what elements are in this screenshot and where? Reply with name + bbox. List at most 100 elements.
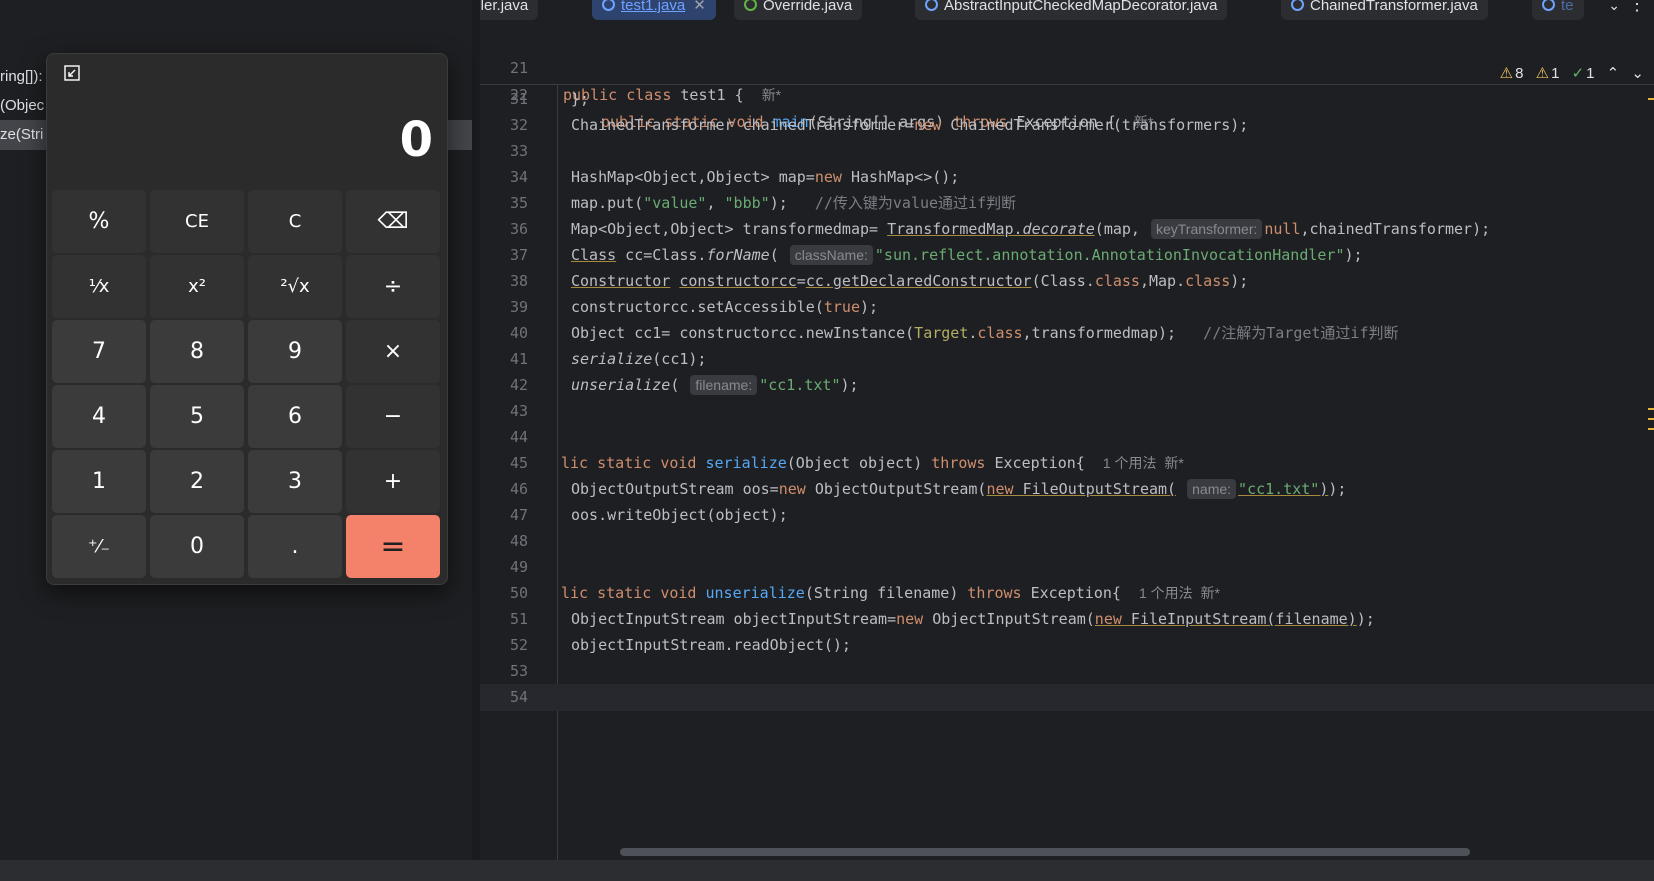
- code-line[interactable]: 51 ObjectInputStream objectInputStream=ne…: [480, 606, 1654, 633]
- code-line[interactable]: 34 HashMap<Object,Object> map=new HashMap…: [480, 164, 1654, 191]
- line-number: 39: [509, 298, 528, 316]
- chevron-down-icon[interactable]: ⌄: [1608, 0, 1620, 14]
- code-text: Object cc1= constructorcc.newInstance(Ta…: [571, 324, 1399, 342]
- percent-button[interactable]: %: [52, 190, 146, 253]
- code-line[interactable]: 38 Constructor constructorcc=cc.getDeclar…: [480, 268, 1654, 295]
- line-number: 38: [509, 272, 528, 290]
- square-button[interactable]: x²: [150, 255, 244, 318]
- digit-4-button[interactable]: 4: [52, 385, 146, 448]
- code-text: };: [571, 90, 590, 108]
- line-number: 35: [509, 194, 528, 212]
- class-icon: [1291, 0, 1304, 11]
- line-number: 32: [509, 116, 528, 134]
- code-line[interactable]: 36 Map<Object,Object> transformedmap= Tra…: [480, 216, 1654, 243]
- inspection-widget[interactable]: ⚠ 8 ⚠ 1 ✓ 1 ⌃ ⌄: [1492, 64, 1644, 86]
- structure-item[interactable]: (Objec: [0, 91, 44, 121]
- digit-5-button[interactable]: 5: [150, 385, 244, 448]
- code-line[interactable]: 50 lic static void unserialize(String fil…: [480, 580, 1654, 607]
- tab-test1-java[interactable]: test1.java ✕: [592, 0, 716, 20]
- digit-6-button[interactable]: 6: [248, 385, 342, 448]
- code-line[interactable]: 53: [480, 658, 1654, 685]
- digit-8-button[interactable]: 8: [150, 320, 244, 383]
- backspace-button[interactable]: ⌫: [346, 190, 440, 253]
- status-bar: [0, 860, 1654, 881]
- restore-window-icon[interactable]: [63, 64, 81, 82]
- code-line[interactable]: 39 constructorcc.setAccessible(true);: [480, 294, 1654, 321]
- line-number: 47: [509, 506, 528, 524]
- digit-0-button[interactable]: 0: [150, 515, 244, 578]
- code-line[interactable]: 42 unserialize( filename: "cc1.txt");: [480, 372, 1654, 399]
- chevron-down-icon[interactable]: ⌄: [1631, 65, 1644, 82]
- tab-te[interactable]: te: [1532, 0, 1584, 20]
- square-root-button[interactable]: ²√x: [248, 255, 342, 318]
- code-line[interactable]: 49: [480, 554, 1654, 581]
- tab-label: ndler.java: [480, 0, 529, 14]
- line-number: 50: [509, 584, 528, 602]
- code-line[interactable]: 35 map.put("value", "bbb"); //传入键为value通过…: [480, 190, 1654, 217]
- line-number: 40: [509, 324, 528, 342]
- line-number: 48: [509, 532, 528, 550]
- sticky-line[interactable]: 22 public static void main(String[] args…: [480, 55, 1654, 131]
- code-line[interactable]: 40 Object cc1= constructorcc.newInstance(…: [480, 320, 1654, 347]
- negate-button[interactable]: ⁺⁄₋: [52, 515, 146, 578]
- digit-2-button[interactable]: 2: [150, 450, 244, 513]
- digit-3-button[interactable]: 3: [248, 450, 342, 513]
- tab-abstract-input-checked-map-decorator[interactable]: AbstractInputCheckedMapDecorator.java: [915, 0, 1228, 20]
- code-text: ObjectOutputStream oos=new ObjectOutputS…: [571, 479, 1347, 499]
- line-number: 37: [509, 246, 528, 264]
- structure-item[interactable]: ring[]):: [0, 62, 43, 92]
- reciprocal-button[interactable]: ¹⁄x: [52, 255, 146, 318]
- code-text: unserialize( filename: "cc1.txt");: [571, 375, 859, 395]
- digit-1-button[interactable]: 1: [52, 450, 146, 513]
- panel-splitter[interactable]: [472, 0, 480, 860]
- subtract-button[interactable]: −: [346, 385, 440, 448]
- decimal-button[interactable]: .: [248, 515, 342, 578]
- tab-label: test1.java: [621, 0, 686, 14]
- code-line[interactable]: 41 serialize(cc1);: [480, 346, 1654, 373]
- code-line[interactable]: 48: [480, 528, 1654, 555]
- annotation-icon: [744, 0, 757, 11]
- digit-7-button[interactable]: 7: [52, 320, 146, 383]
- multiply-button[interactable]: ×: [346, 320, 440, 383]
- code-line[interactable]: 32 ChainedTransformer chainedTransformer=…: [480, 112, 1654, 139]
- code-area[interactable]: 31}; 32 ChainedTransformer chainedTransfo…: [480, 86, 1654, 846]
- code-text: ObjectInputStream objectInputStream=new …: [571, 610, 1375, 628]
- code-editor[interactable]: ndler.java test1.java ✕ Override.java Abs…: [480, 0, 1654, 860]
- error-stripe-mark[interactable]: [1648, 408, 1654, 410]
- horizontal-scrollbar[interactable]: [620, 848, 1470, 856]
- close-icon[interactable]: ✕: [693, 0, 706, 18]
- code-line[interactable]: 52 objectInputStream.readObject();: [480, 632, 1654, 659]
- more-icon[interactable]: ⋮: [1628, 0, 1646, 15]
- sticky-line[interactable]: 21 public class test1 { 新*: [480, 28, 1654, 104]
- code-text: oos.writeObject(object);: [571, 506, 788, 524]
- calculator-window[interactable]: 0 % CE C ⌫ ¹⁄x x² ²√x ÷ 7 8 9 × 4 5 6 − …: [46, 53, 448, 585]
- code-line[interactable]: 44: [480, 424, 1654, 451]
- code-line[interactable]: 33: [480, 138, 1654, 165]
- code-line-current[interactable]: 54: [480, 684, 1654, 711]
- code-line[interactable]: 43: [480, 398, 1654, 425]
- digit-9-button[interactable]: 9: [248, 320, 342, 383]
- code-line[interactable]: 45 lic static void serialize(Object objec…: [480, 450, 1654, 477]
- add-button[interactable]: +: [346, 450, 440, 513]
- equals-button[interactable]: =: [346, 515, 440, 578]
- code-line[interactable]: 47 oos.writeObject(object);: [480, 502, 1654, 529]
- tab-label: Override.java: [763, 0, 853, 14]
- error-stripe-mark[interactable]: [1648, 418, 1654, 420]
- code-text: Map<Object,Object> transformedmap= Trans…: [571, 219, 1491, 239]
- class-icon: [925, 0, 938, 11]
- line-number: 36: [509, 220, 528, 238]
- line-number: 43: [509, 402, 528, 420]
- code-line[interactable]: 37 Class cc=Class.forName( className: "sun…: [480, 242, 1654, 269]
- code-line[interactable]: 31};: [480, 86, 1654, 113]
- clear-entry-button[interactable]: CE: [150, 190, 244, 253]
- clear-button[interactable]: C: [248, 190, 342, 253]
- error-stripe-mark[interactable]: [1648, 98, 1654, 100]
- chevron-up-icon[interactable]: ⌃: [1607, 65, 1620, 82]
- code-line[interactable]: 46 ObjectOutputStream oos=new ObjectOutpu…: [480, 476, 1654, 503]
- tab-override-java[interactable]: Override.java: [734, 0, 863, 20]
- error-stripe-mark[interactable]: [1648, 428, 1654, 430]
- divide-button[interactable]: ÷: [346, 255, 440, 318]
- tab-handler-java[interactable]: ndler.java: [480, 0, 539, 20]
- tab-chained-transformer-java[interactable]: ChainedTransformer.java: [1281, 0, 1488, 20]
- code-text: lic static void unserialize(String filen…: [561, 584, 1220, 602]
